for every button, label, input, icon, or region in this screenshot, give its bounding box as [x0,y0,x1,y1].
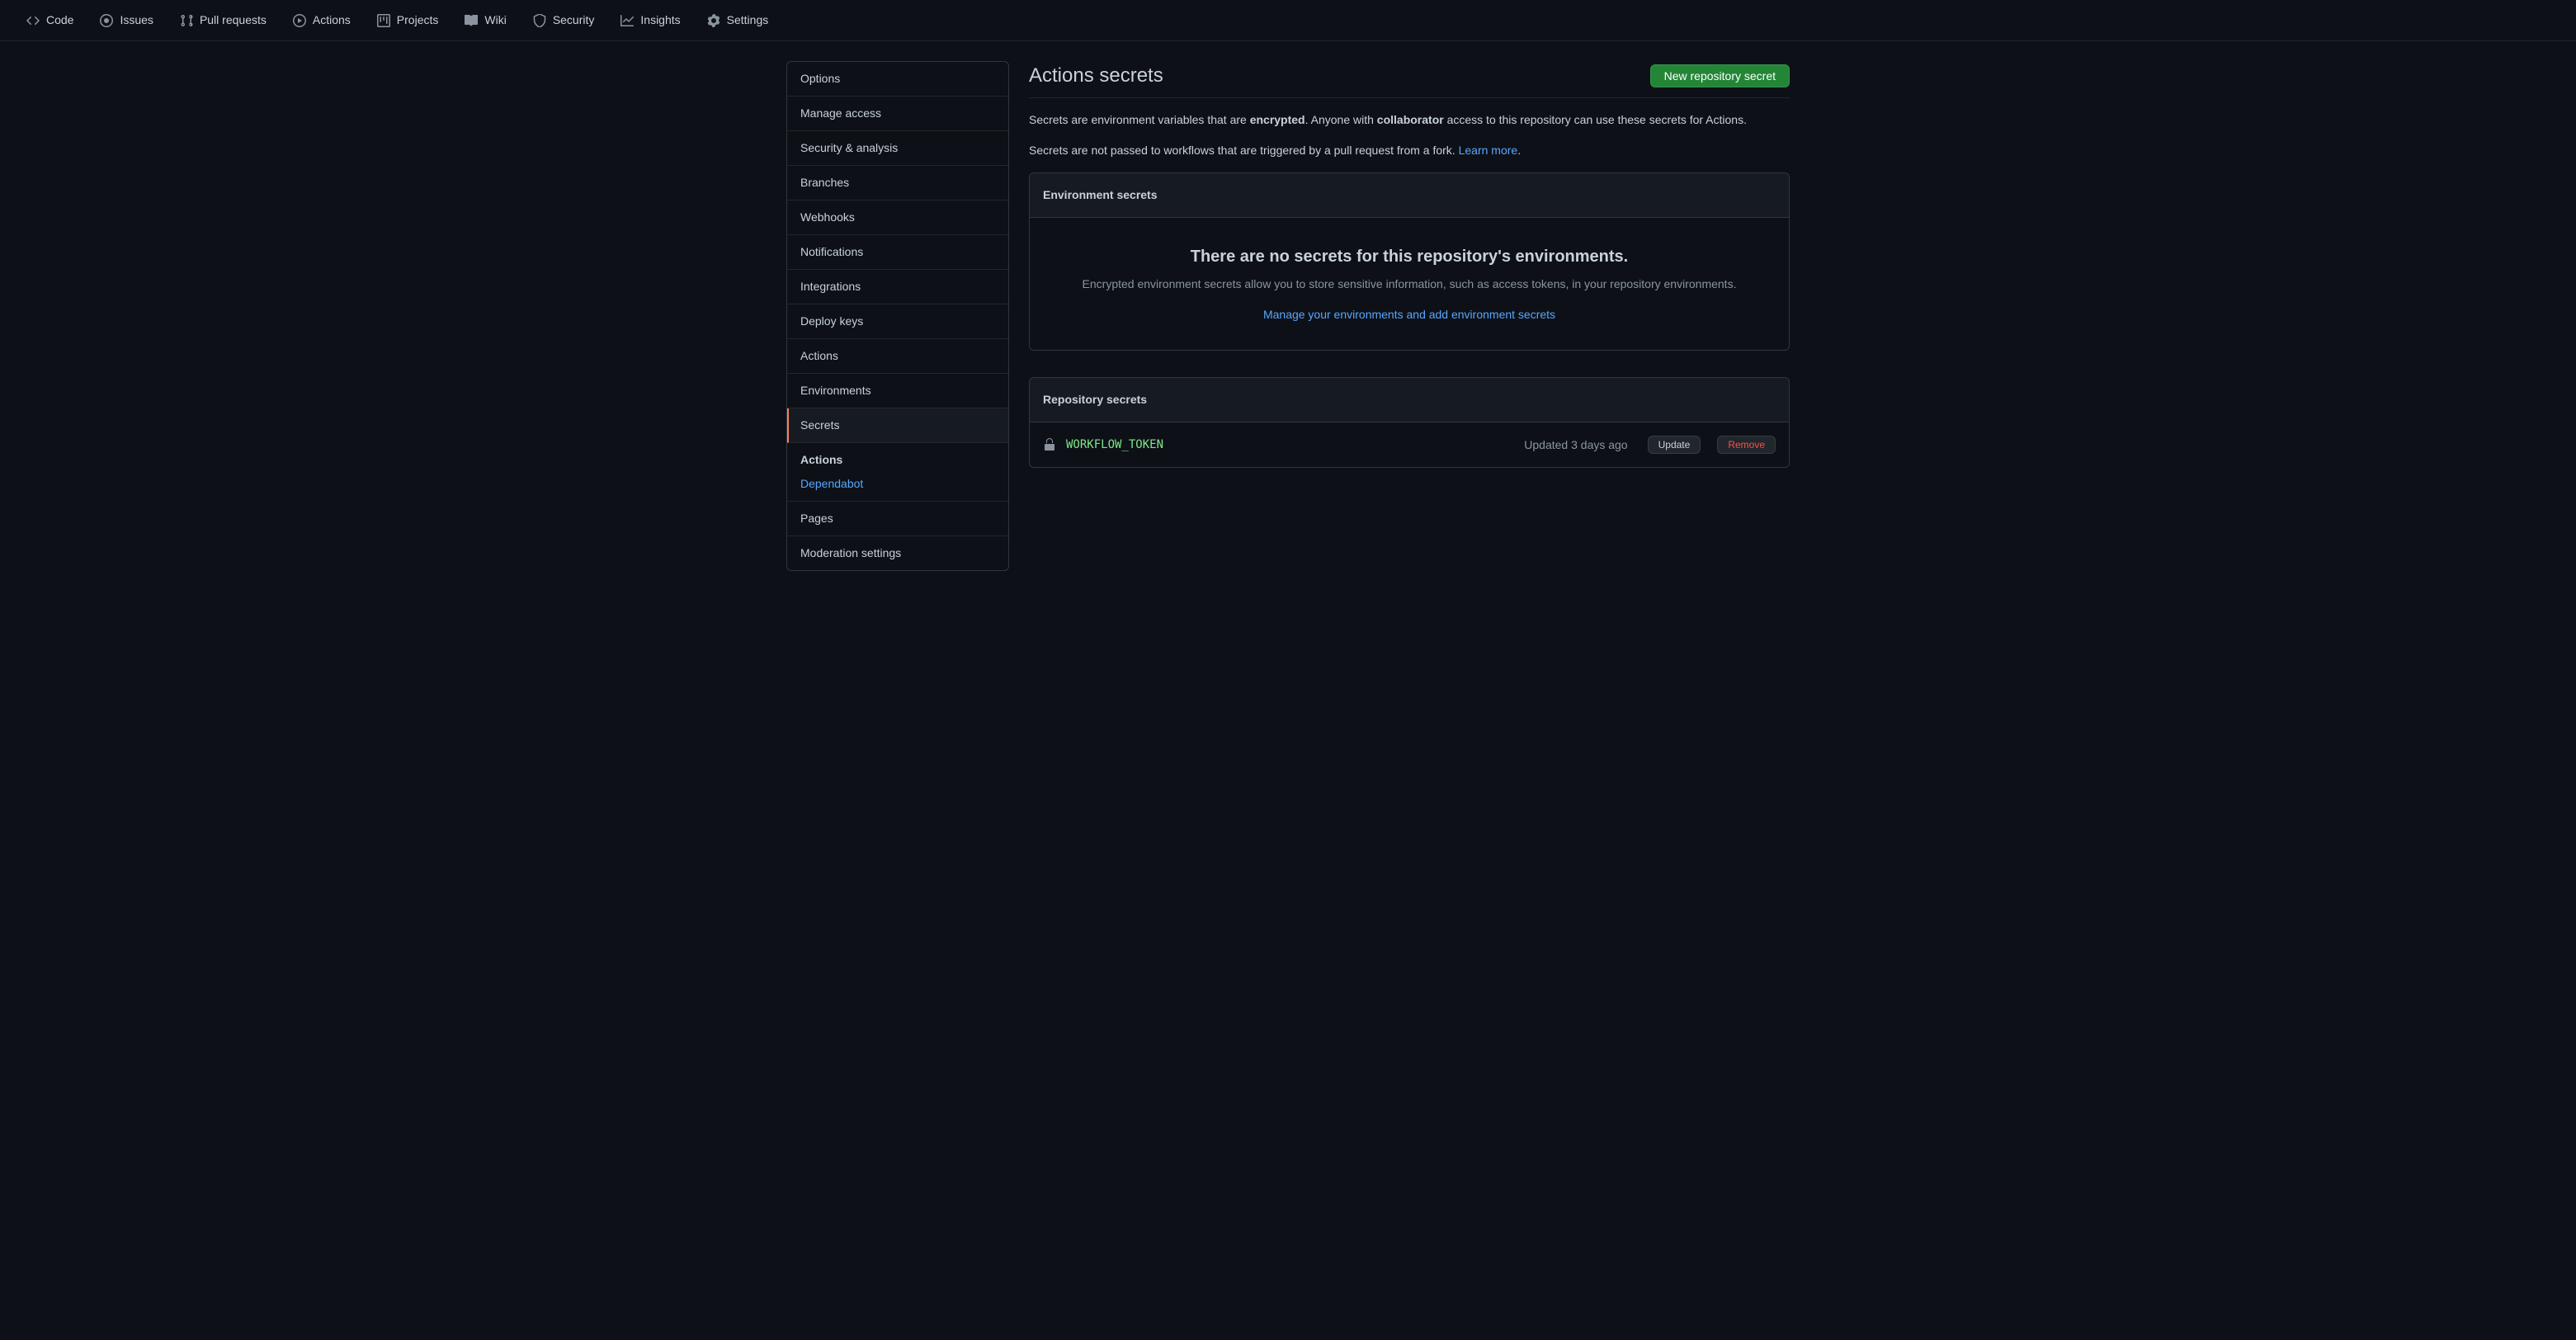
sidebar-pages[interactable]: Pages [787,502,1008,536]
remove-secret-button[interactable]: Remove [1717,436,1776,454]
new-secret-button[interactable]: New repository secret [1650,64,1790,87]
learn-more-link[interactable]: Learn more [1459,144,1518,157]
sidebar-integrations[interactable]: Integrations [787,270,1008,304]
sidebar-manage-access[interactable]: Manage access [787,97,1008,131]
graph-icon [620,14,634,27]
manage-environments-link[interactable]: Manage your environments and add environ… [1263,308,1555,321]
secrets-description-2: Secrets are not passed to workflows that… [1029,142,1790,159]
shield-icon [533,14,546,27]
secrets-description-1: Secrets are environment variables that a… [1029,111,1790,129]
sidebar-webhooks[interactable]: Webhooks [787,201,1008,235]
page-header: Actions secrets New repository secret [1029,61,1790,98]
repo-top-nav: Code Issues Pull requests Actions Projec… [0,0,2576,41]
environment-secrets-header: Environment secrets [1030,173,1789,218]
secret-updated: Updated 3 days ago [1524,436,1627,454]
play-icon [293,14,306,27]
page-title: Actions secrets [1029,61,1163,91]
sidebar-branches[interactable]: Branches [787,166,1008,201]
sidebar-security-analysis[interactable]: Security & analysis [787,131,1008,166]
book-icon [465,14,478,27]
sidebar-secrets-subgroup: Actions Dependabot [787,443,1008,502]
update-secret-button[interactable]: Update [1648,436,1701,454]
sidebar-environments[interactable]: Environments [787,374,1008,408]
nav-issues[interactable]: Issues [87,5,166,35]
environment-secrets-box: Environment secrets There are no secrets… [1029,172,1790,351]
environment-secrets-empty: There are no secrets for this repository… [1030,218,1789,350]
repository-secrets-header: Repository secrets [1030,378,1789,422]
nav-code[interactable]: Code [13,5,87,35]
sidebar-secrets[interactable]: Secrets [787,408,1008,443]
sidebar-dependabot-link[interactable]: Dependabot [787,472,1008,501]
sidebar-secrets-actions-title: Actions [787,443,1008,472]
repository-secrets-box: Repository secrets WORKFLOW_TOKEN Update… [1029,377,1790,468]
nav-projects[interactable]: Projects [364,5,452,35]
project-icon [377,14,390,27]
secret-row: WORKFLOW_TOKEN Updated 3 days ago Update… [1030,422,1789,467]
settings-sidebar: Options Manage access Security & analysi… [786,61,1009,571]
code-icon [26,14,40,27]
sidebar-deploy-keys[interactable]: Deploy keys [787,304,1008,339]
sidebar-notifications[interactable]: Notifications [787,235,1008,270]
env-empty-desc: Encrypted environment secrets allow you … [1056,276,1762,293]
sidebar-moderation[interactable]: Moderation settings [787,536,1008,570]
nav-settings[interactable]: Settings [694,5,782,35]
env-empty-title: There are no secrets for this repository… [1056,244,1762,269]
gear-icon [707,14,720,27]
sidebar-options[interactable]: Options [787,62,1008,97]
nav-pull-requests[interactable]: Pull requests [167,5,280,35]
issue-icon [100,14,113,27]
secret-name: WORKFLOW_TOKEN [1066,436,1514,454]
main-content: Actions secrets New repository secret Se… [1029,61,1790,571]
nav-wiki[interactable]: Wiki [451,5,519,35]
nav-security[interactable]: Security [520,5,608,35]
sidebar-actions[interactable]: Actions [787,339,1008,374]
lock-icon [1043,438,1056,451]
pull-request-icon [180,14,193,27]
nav-actions[interactable]: Actions [280,5,364,35]
nav-insights[interactable]: Insights [607,5,693,35]
